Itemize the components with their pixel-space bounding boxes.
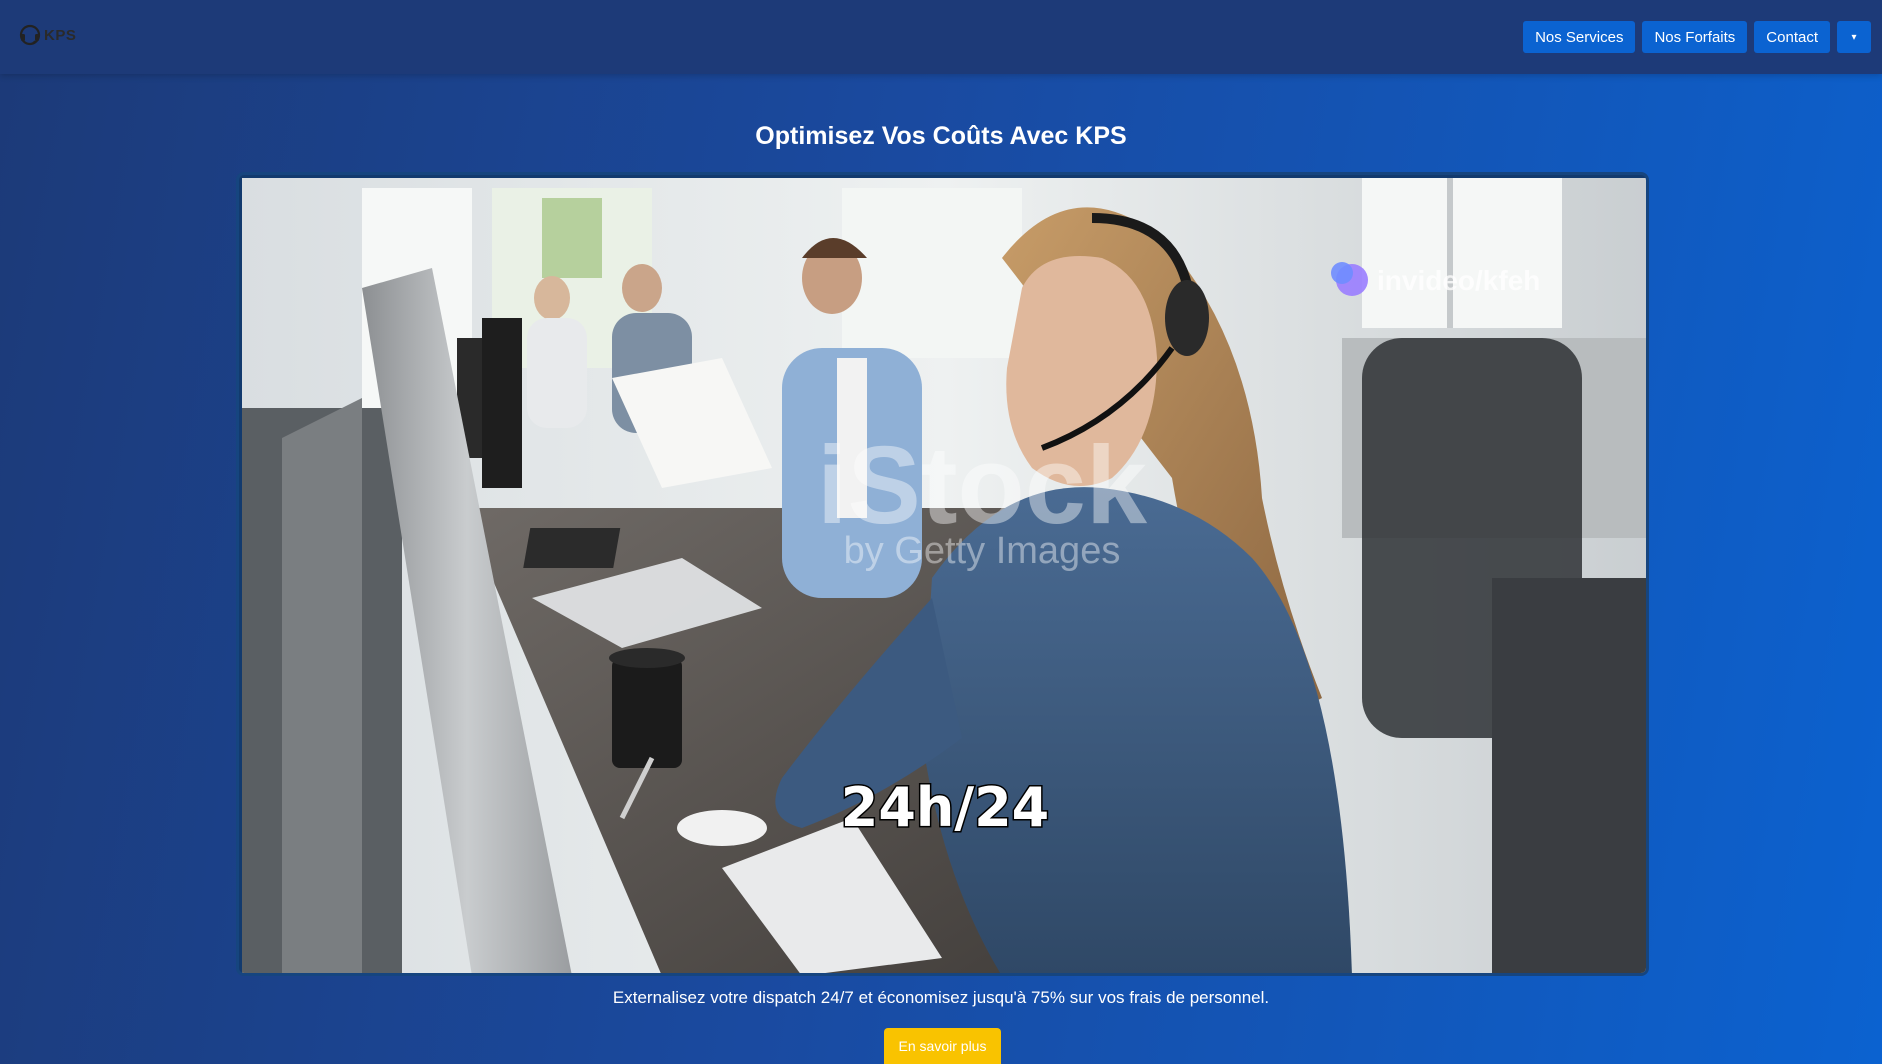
hero-caption: Externalisez votre dispatch 24/7 et écon…	[612, 988, 1270, 1007]
hero-video[interactable]: iStock by Getty Images invideo/kfeh 24h/…	[236, 172, 1649, 976]
video-watermark-main: iStock	[817, 424, 1148, 547]
hero-title: Optimisez Vos Coûts Avec KPS	[755, 122, 1127, 150]
nav-forfaits-button[interactable]: Nos Forfaits	[1642, 21, 1748, 53]
site-header: KPS Nos Services Nos Forfaits Contact ▾	[0, 0, 1882, 74]
nav-dropdown-button[interactable]: ▾	[1837, 21, 1871, 53]
chevron-down-icon: ▾	[1851, 31, 1857, 43]
video-corner-tag: invideo/kfeh	[1377, 265, 1540, 296]
learn-more-button[interactable]: En savoir plus	[884, 1028, 1001, 1064]
brand-logo[interactable]: KPS	[18, 22, 76, 48]
brand-name: KPS	[44, 26, 77, 44]
main-nav: Nos Services Nos Forfaits Contact ▾	[1523, 21, 1871, 53]
video-frame-image: iStock by Getty Images invideo/kfeh 24h/…	[242, 178, 1646, 973]
video-watermark-sub: by Getty Images	[844, 530, 1121, 572]
video-overlay-caption: 24h/24	[841, 776, 1049, 839]
nav-contact-button[interactable]: Contact	[1754, 21, 1830, 53]
headset-icon	[19, 24, 41, 46]
nav-services-button[interactable]: Nos Services	[1523, 21, 1636, 53]
